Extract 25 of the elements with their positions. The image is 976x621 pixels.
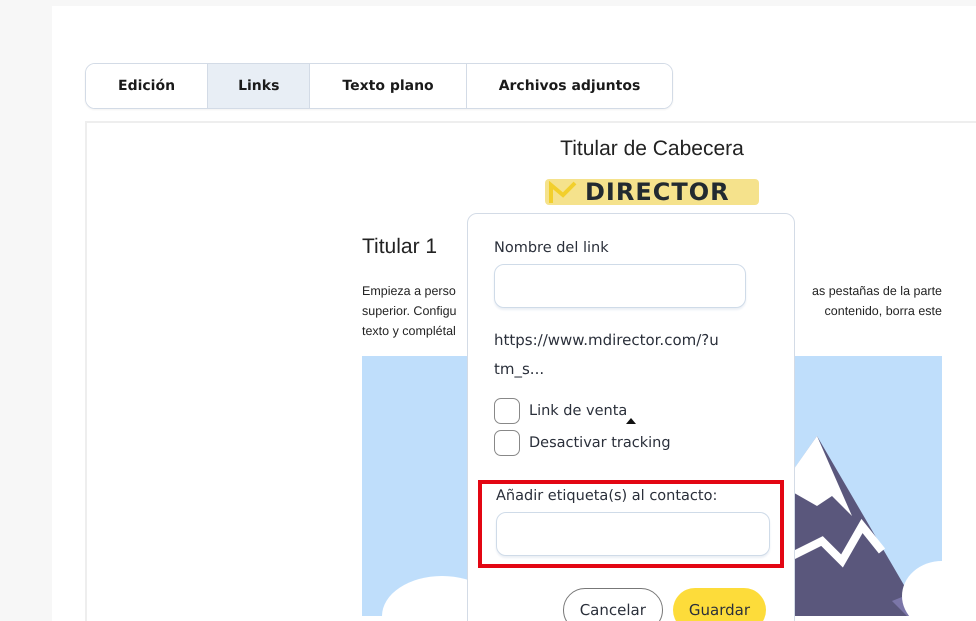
link-name-input[interactable]	[494, 264, 746, 308]
field-label: Añadir etiqueta(s) al contacto:	[496, 488, 718, 504]
tab[interactable]: Edición	[86, 64, 208, 108]
caret-icon	[626, 418, 636, 424]
checkbox[interactable]	[494, 430, 520, 456]
logo: DIRECTOR	[545, 179, 759, 205]
tab[interactable]: Texto plano	[309, 64, 466, 108]
paragraph-fragment: as pestañas de la parte	[812, 283, 942, 300]
checkbox[interactable]	[494, 398, 520, 424]
checkbox-label: Link de venta	[529, 403, 628, 419]
save-button[interactable]: Guardar	[672, 588, 766, 621]
tags-input[interactable]	[496, 512, 770, 556]
checkbox-label: Desactivar tracking	[529, 435, 671, 451]
header-title: Titular de Cabecera	[560, 137, 744, 161]
tab[interactable]: Links	[207, 64, 310, 108]
link-url: https://www.mdirector.com/?utm_s...	[494, 330, 720, 380]
logo-mark-icon	[549, 181, 579, 203]
tab[interactable]: Archivos adjuntos	[466, 64, 672, 108]
field-label: Nombre del link	[494, 240, 610, 256]
paragraph-fragment: Empieza a perso	[362, 283, 456, 300]
paragraph-fragment: superior. Configu	[362, 303, 457, 320]
heading: Titular 1	[362, 235, 438, 259]
paragraph-fragment: contenido, borra este	[824, 303, 942, 320]
paragraph-fragment: texto y complétal	[362, 323, 456, 340]
cancel-button[interactable]: Cancelar	[562, 588, 663, 621]
